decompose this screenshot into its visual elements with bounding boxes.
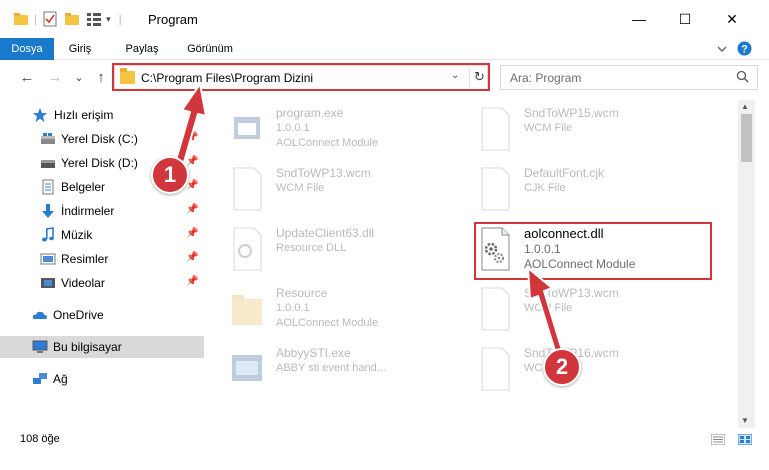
annotation-arrows <box>175 83 563 355</box>
step-marker-1: 1 <box>151 156 189 194</box>
arrow-2 <box>527 267 563 355</box>
step-marker-2: 2 <box>543 348 581 386</box>
arrow-1 <box>175 83 207 163</box>
